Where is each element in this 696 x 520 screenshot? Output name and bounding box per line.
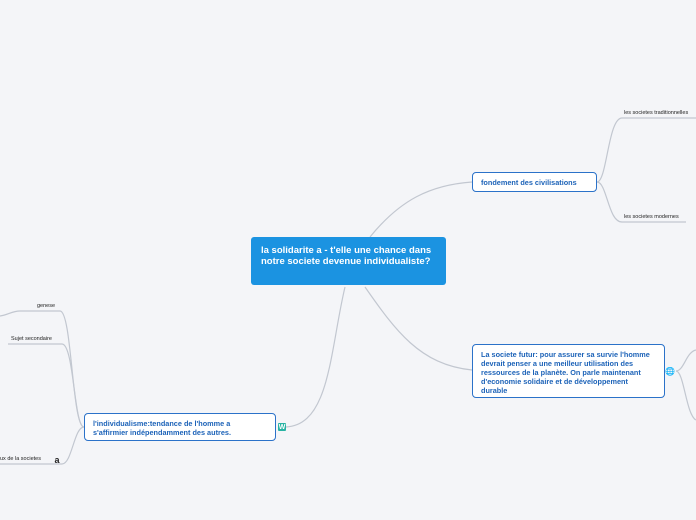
topic-individualisme-text: l'individualisme:tendance de l'homme a s… (93, 419, 231, 437)
wikipedia-icon[interactable]: W (278, 423, 286, 431)
subtopic-sujet-secondaire[interactable]: Sujet secondaire (11, 336, 52, 342)
a-letter-icon[interactable]: a (53, 455, 61, 465)
subtopic-societes-traditionnelles[interactable]: les societes traditionnelles (624, 110, 688, 116)
topic-societe-futur-text: La societe futur: pour assurer sa survie… (481, 350, 650, 395)
link-central-indiv (285, 286, 346, 428)
subtopic-societes-modernes[interactable]: les societes modernes (624, 214, 679, 220)
link-indiv-genese (0, 310, 85, 428)
central-topic[interactable]: la solidarite a - t'elle une chance dans… (251, 237, 446, 285)
subtopic-genese[interactable]: genese (37, 303, 55, 309)
link-futur-up (675, 349, 696, 372)
topic-societe-futur[interactable]: La societe futur: pour assurer sa survie… (472, 344, 665, 398)
link-central-fondement (369, 181, 473, 238)
topic-fondement[interactable]: fondement des civilisations (472, 172, 597, 192)
topic-individualisme[interactable]: l'individualisme:tendance de l'homme a s… (84, 413, 276, 441)
link-indiv-sujet (8, 343, 85, 428)
topic-fondement-text: fondement des civilisations (481, 178, 577, 187)
mind-map-canvas[interactable]: la solidarite a - t'elle une chance dans… (0, 0, 696, 520)
link-fond-trad (596, 117, 696, 183)
central-topic-text: la solidarite a - t'elle une chance dans… (261, 245, 432, 267)
link-futur-down (675, 370, 696, 421)
link-central-futur (364, 286, 473, 371)
globe-icon[interactable]: 🌐 (665, 367, 675, 376)
subtopic-societes[interactable]: ux de la societes (0, 456, 41, 462)
